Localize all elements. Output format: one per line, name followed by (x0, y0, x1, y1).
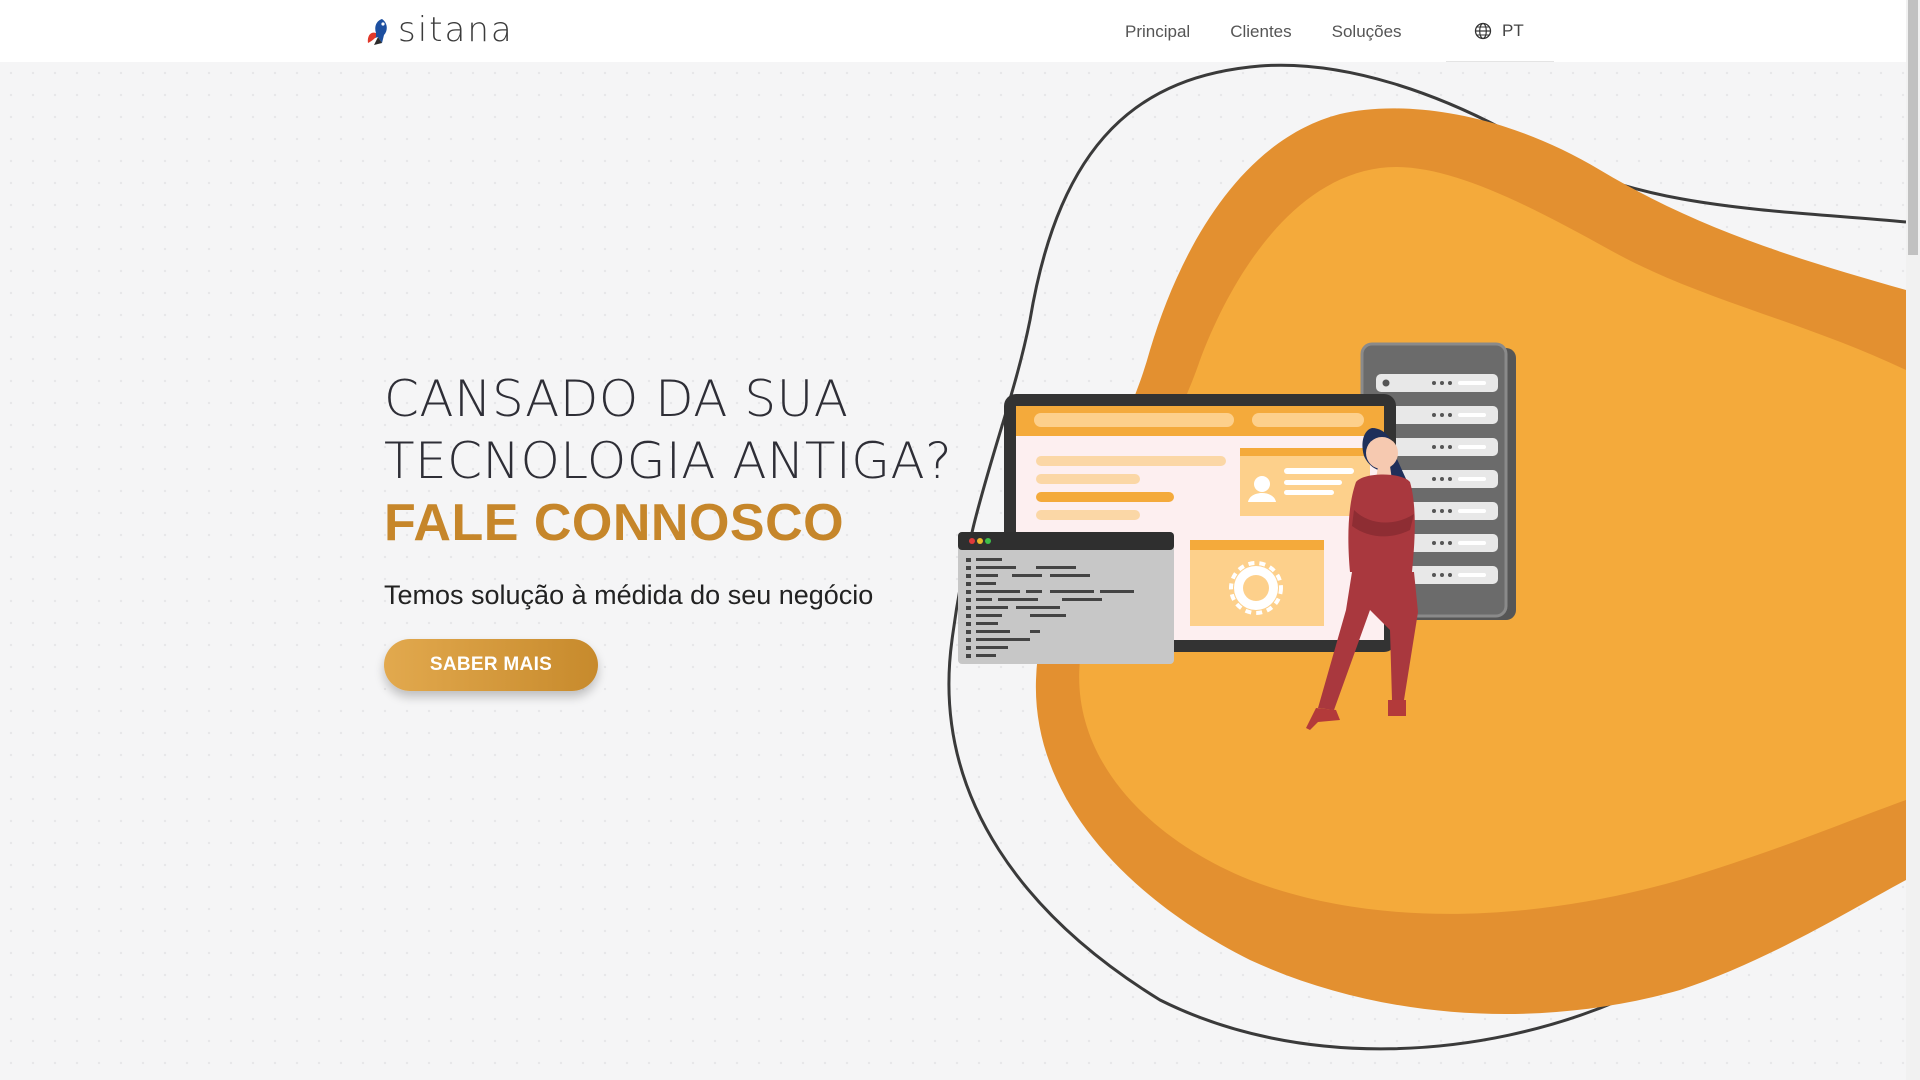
language-divider (1446, 61, 1554, 62)
saber-mais-button[interactable]: SABER MAIS (384, 639, 598, 691)
nav-item-solucoes[interactable]: Soluções (1332, 22, 1402, 42)
brand-logo[interactable]: sitana (362, 10, 514, 52)
brand-logo-icon (367, 19, 387, 45)
nav-item-clientes[interactable]: Clientes (1230, 22, 1291, 42)
hero-title-line1: CANSADO DA SUA (384, 370, 849, 428)
hero-title-accent: FALE CONNOSCO (384, 494, 845, 552)
brand-name: sitana (398, 10, 514, 50)
scrollbar-thumb[interactable] (1908, 0, 1918, 255)
hero-illustration (947, 63, 1906, 1051)
globe-icon (1474, 22, 1492, 40)
hero-title-line2: TECNOLOGIA ANTIGA? (384, 432, 953, 490)
main-nav: Principal Clientes Soluções (1125, 22, 1442, 42)
hero-subtitle: Temos solução à médida do seu negócio (384, 580, 874, 610)
top-navbar: sitana Principal Clientes Soluções PT (0, 0, 1906, 62)
hero-section: CANSADO DA SUA TECNOLOGIA ANTIGA? FALE C… (384, 368, 952, 691)
terminal-window (958, 532, 1174, 664)
nav-item-principal[interactable]: Principal (1125, 22, 1190, 42)
language-selector[interactable]: PT (1474, 21, 1524, 41)
language-label: PT (1502, 21, 1524, 40)
page-scrollbar[interactable] (1906, 0, 1920, 1080)
